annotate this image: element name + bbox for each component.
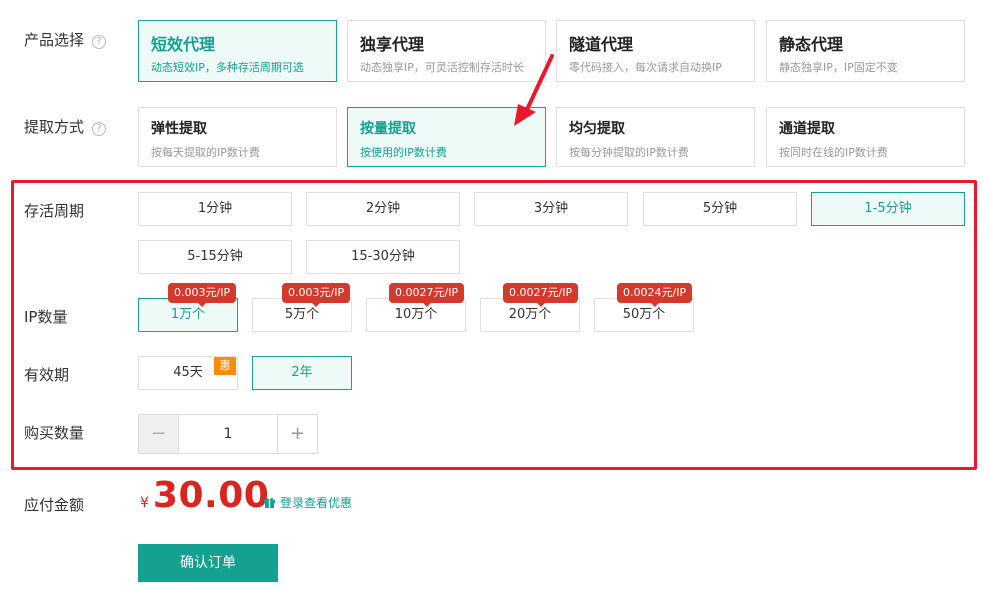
price-value: 30.00 xyxy=(152,475,270,516)
extract-subtitle: 按同时在线的IP数计费 xyxy=(779,146,888,159)
extract-title: 通道提取 xyxy=(779,121,835,137)
login-promo-text: 登录查看优惠 xyxy=(280,496,353,510)
increment-button[interactable]: + xyxy=(277,415,317,453)
price-tag: 0.003元/IP xyxy=(168,283,237,307)
product-subtitle: 动态短效IP，多种存活周期可选 xyxy=(151,61,304,74)
extract-subtitle: 按每分钟提取的IP数计费 xyxy=(569,146,689,159)
lifetime-label: 存活周期 xyxy=(24,202,85,220)
lifetime-option-5min[interactable]: 5分钟 xyxy=(643,192,797,226)
ip-count-label: IP数量 xyxy=(24,308,68,326)
lifetime-option-3min[interactable]: 3分钟 xyxy=(474,192,628,226)
extract-card-channel[interactable]: 通道提取 按同时在线的IP数计费 xyxy=(766,107,965,167)
help-icon[interactable]: ? xyxy=(92,122,107,136)
price-tag: 0.0027元/IP xyxy=(503,283,579,307)
amount-label: 应付金额 xyxy=(24,496,85,514)
gift-icon xyxy=(264,498,275,508)
extract-method-label: 提取方式? xyxy=(24,116,107,137)
lifetime-option-5-15min[interactable]: 5-15分钟 xyxy=(138,240,292,274)
confirm-order-button[interactable]: 确认订单 xyxy=(138,544,278,582)
product-subtitle: 零代码接入，每次请求自动换IP xyxy=(569,61,722,74)
decrement-button[interactable]: − xyxy=(139,415,179,453)
extract-title: 弹性提取 xyxy=(151,121,207,137)
product-selection-label: 产品选择? xyxy=(24,29,107,50)
price-tag: 0.003元/IP xyxy=(282,283,351,307)
ip-count-option-100k[interactable]: 10万个 xyxy=(366,298,466,332)
validity-option-2years[interactable]: 2年 xyxy=(252,356,352,390)
quantity-stepper: − 1 + xyxy=(138,414,318,454)
product-title: 隧道代理 xyxy=(569,35,634,54)
extract-title: 均匀提取 xyxy=(569,121,625,137)
lifetime-option-15-30min[interactable]: 15-30分钟 xyxy=(306,240,460,274)
product-card-static[interactable]: 静态代理 静态独享IP，IP固定不变 xyxy=(766,20,965,82)
ip-count-option-50k[interactable]: 5万个 xyxy=(252,298,352,332)
extract-subtitle: 按每天提取的IP数计费 xyxy=(151,146,260,159)
ip-count-option-200k[interactable]: 20万个 xyxy=(480,298,580,332)
lifetime-option-1min[interactable]: 1分钟 xyxy=(138,192,292,226)
product-card-short-term[interactable]: 短效代理 动态短效IP，多种存活周期可选 xyxy=(138,20,337,82)
quantity-label: 购买数量 xyxy=(24,424,85,442)
ip-count-option-10k[interactable]: 1万个 xyxy=(138,298,238,332)
discount-badge: 惠 xyxy=(214,357,236,375)
price-display: ¥ 30.00 xyxy=(140,475,269,516)
annotation-arrow xyxy=(514,54,554,126)
product-title: 短效代理 xyxy=(151,35,216,54)
product-subtitle: 静态独享IP，IP固定不变 xyxy=(779,61,898,74)
lifetime-option-2min[interactable]: 2分钟 xyxy=(306,192,460,226)
product-label-text: 产品选择 xyxy=(24,31,85,49)
extract-card-uniform[interactable]: 均匀提取 按每分钟提取的IP数计费 xyxy=(556,107,755,167)
price-tag: 0.0027元/IP xyxy=(389,283,465,307)
extract-subtitle: 按使用的IP数计费 xyxy=(360,146,447,159)
extract-card-elastic[interactable]: 弹性提取 按每天提取的IP数计费 xyxy=(138,107,337,167)
lifetime-option-1-5min[interactable]: 1-5分钟 xyxy=(811,192,965,226)
ip-count-option-500k[interactable]: 50万个 xyxy=(594,298,694,332)
help-icon[interactable]: ? xyxy=(92,35,107,49)
login-promo-link[interactable]: 登录查看优惠 xyxy=(263,494,352,511)
validity-label: 有效期 xyxy=(24,366,70,384)
quantity-input[interactable]: 1 xyxy=(179,415,277,453)
extract-label-text: 提取方式 xyxy=(24,118,85,136)
product-card-tunnel[interactable]: 隧道代理 零代码接入，每次请求自动换IP xyxy=(556,20,755,82)
currency-symbol: ¥ xyxy=(140,495,149,511)
product-title: 静态代理 xyxy=(779,35,844,54)
price-tag: 0.0024元/IP xyxy=(617,283,693,307)
